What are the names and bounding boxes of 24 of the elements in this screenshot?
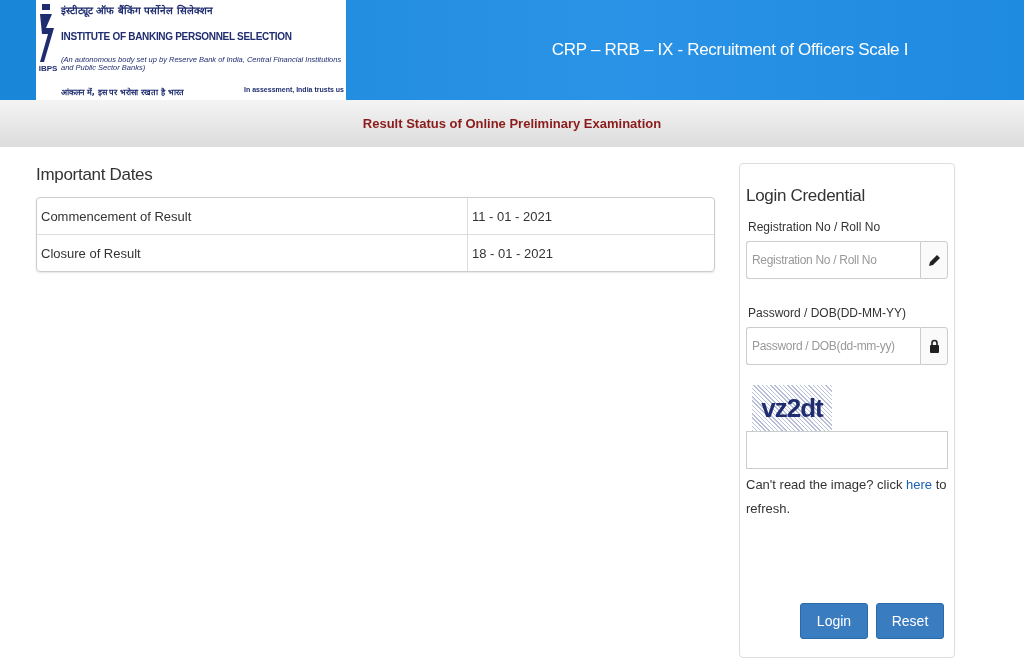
- logo-hindi-tagline: आंकलन में, इस पर भरोसा रखता है भारत: [61, 86, 184, 97]
- table-cell-text: 18 - 01 - 2021: [471, 244, 554, 263]
- captcha-image: vz2dt: [752, 385, 832, 431]
- login-heading: Login Credential: [746, 186, 866, 206]
- captcha-help-text: Can't read the image? click here to refresh.: [746, 476, 948, 518]
- lock-icon: [928, 339, 940, 353]
- logo-english-title: INSTITUTE OF BANKING PERSONNEL SELECTION: [61, 31, 293, 42]
- table-cell: Closure of Result: [37, 235, 468, 271]
- reset-button[interactable]: Reset: [876, 603, 944, 639]
- table-cell: Commencement of Result: [37, 198, 468, 234]
- field-label: Password / DOB(DD-MM-YY): [748, 306, 907, 320]
- pencil-icon: [927, 253, 941, 267]
- refresh-link[interactable]: here: [906, 477, 933, 492]
- subheader-title: Result Status of Online Preliminary Examination: [362, 116, 662, 131]
- section-heading: Important Dates: [36, 165, 154, 185]
- input-field[interactable]: Password / DOB(dd-mm-yy): [746, 327, 920, 365]
- login-button[interactable]: Login: [800, 603, 868, 639]
- table-cell-text: 11 - 01 - 2021: [471, 207, 553, 226]
- logo-hindi-title: इंस्टीट्यूट ऑफ बैंकिंग पर्सोनेल सिलेक्शन: [61, 3, 214, 17]
- page-title: CRP – RRB – IX - Recruitment of Officers Scale I: [550, 40, 910, 60]
- field-label: Registration No / Roll No: [748, 220, 882, 234]
- input-field[interactable]: Registration No / Roll No: [746, 241, 920, 279]
- logo-mark: IBPS: [38, 64, 58, 73]
- captcha-input-field[interactable]: [746, 431, 948, 469]
